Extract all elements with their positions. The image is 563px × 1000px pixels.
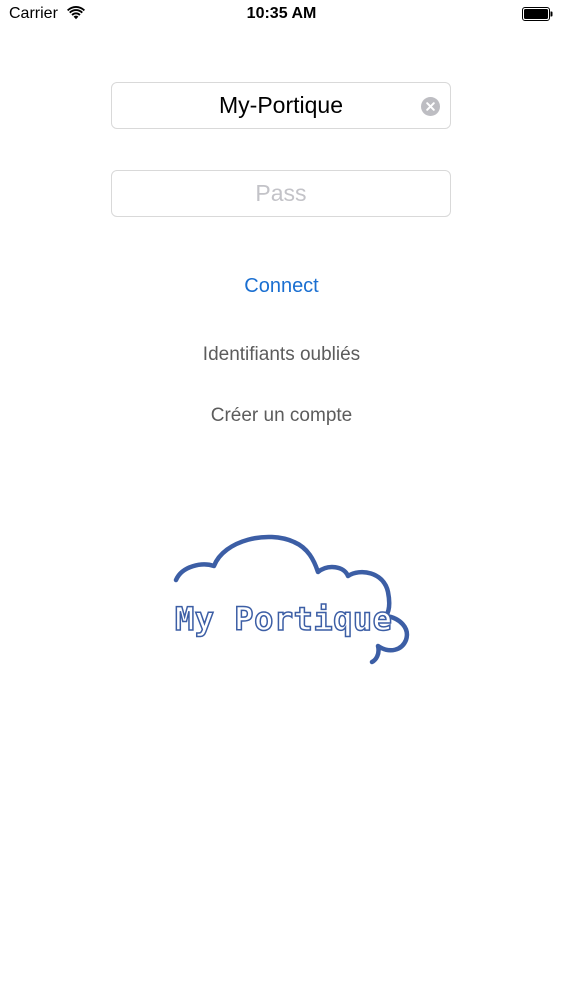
create-account-link[interactable]: Créer un compte — [0, 405, 563, 427]
clock: 10:35 AM — [246, 5, 317, 22]
status-bar: Carrier 10:35 AM — [0, 0, 563, 30]
forgot-credentials-link[interactable]: Identifiants oubliés — [0, 344, 563, 366]
connect-button[interactable]: Connect — [0, 275, 563, 298]
clear-text-icon[interactable] — [421, 97, 440, 116]
username-input[interactable] — [112, 83, 450, 128]
battery-icon — [522, 7, 553, 21]
logo-text: My Portique — [174, 599, 393, 639]
username-field[interactable] — [111, 82, 451, 129]
cloud-icon — [173, 534, 410, 665]
password-input[interactable] — [112, 171, 450, 216]
password-field[interactable] — [111, 170, 451, 217]
